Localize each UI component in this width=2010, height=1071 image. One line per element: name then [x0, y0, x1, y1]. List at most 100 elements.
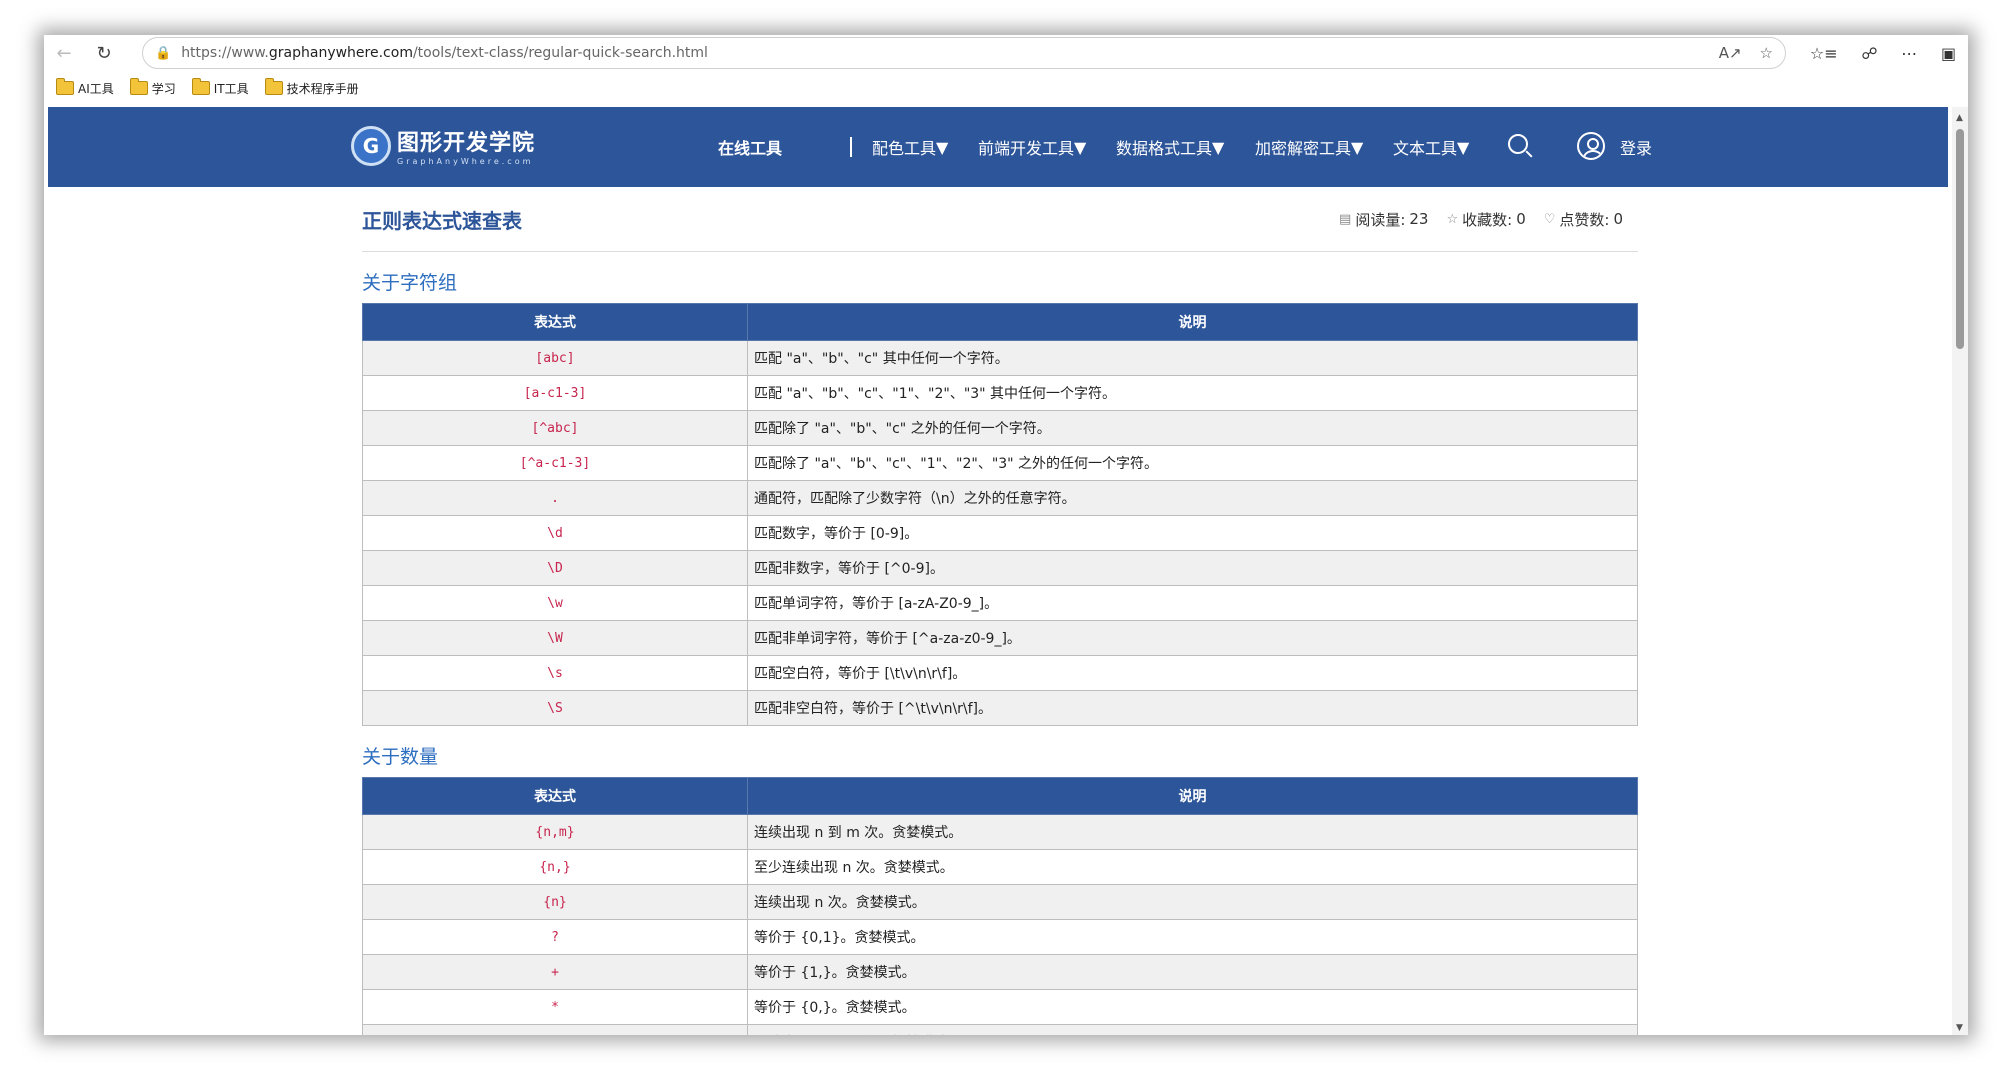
table-row: \W 匹配非单词字符，等价于 [^a-za-z0-9_]。	[362, 620, 1638, 656]
nav-text-tools[interactable]: 文本工具 ▼	[1393, 107, 1469, 187]
expr-cell: [^a-c1-3]	[362, 445, 748, 481]
table-row: [abc] 匹配 "a"、"b"、"c" 其中任何一个字符。	[362, 340, 1638, 376]
expr-cell: \s	[362, 655, 748, 691]
char-class-table-body: [abc] 匹配 "a"、"b"、"c" 其中任何一个字符。 [a-c1-3] 匹配 …	[362, 340, 1638, 726]
search-icon[interactable]	[1508, 134, 1528, 154]
nav-color-tools[interactable]: 配色工具 ▼	[872, 107, 948, 187]
table-row: \s 匹配空白符，等价于 [\t\v\n\r\f]。	[362, 655, 1638, 691]
site-logo[interactable]: G 图形开发学院 GraphAnyWhere.com	[351, 125, 535, 166]
favorite-star-icon[interactable]: ☆	[1760, 44, 1773, 62]
caret-down-icon: ▼	[1351, 137, 1364, 157]
desc-cell: 连续出现 n 到 m 次。惰性模式。	[747, 1024, 1638, 1035]
folder-icon	[191, 78, 210, 95]
desc-cell: 匹配空白符，等价于 [\t\v\n\r\f]。	[747, 655, 1638, 691]
table-row: {n} 连续出现 n 次。贪婪模式。	[362, 884, 1638, 920]
address-bar-row: ← ↻ 🔒 https://www.graphanywhere.com/tool…	[44, 35, 1968, 71]
table-row: {n,m} 连续出现 n 到 m 次。贪婪模式。	[362, 814, 1638, 850]
desc-cell: 等价于 {0,}。贪婪模式。	[747, 989, 1638, 1025]
expr-cell: +	[362, 954, 748, 990]
expr-cell: ?	[362, 919, 748, 955]
nav-data-format-tools[interactable]: 数据格式工具 ▼	[1116, 107, 1224, 187]
caret-down-icon: ▼	[1074, 137, 1087, 157]
col-header-desc: 说明	[747, 777, 1638, 815]
char-class-table: 表达式 说明 [abc] 匹配 "a"、"b"、"c" 其中任何一个字符。 [a-c…	[362, 303, 1638, 726]
table-row: \D 匹配非数字，等价于 [^0-9]。	[362, 550, 1638, 586]
expr-cell: [a-c1-3]	[362, 375, 748, 411]
col-header-desc: 说明	[747, 303, 1638, 341]
page-scrollbar[interactable]: ▲ ▼	[1952, 107, 1968, 1035]
login-link[interactable]: 登录	[1620, 107, 1652, 187]
section-title-quantifier: 关于数量	[362, 746, 439, 768]
scroll-down-icon[interactable]: ▼	[1956, 1023, 1963, 1033]
table-row: {n,m}?连续出现 n 到 m 次。惰性模式。	[362, 1024, 1638, 1035]
folder-icon	[56, 78, 74, 95]
back-arrow-icon[interactable]: ←	[44, 35, 84, 71]
desc-cell: 匹配非数字，等价于 [^0-9]。	[747, 550, 1638, 586]
expr-cell: [^abc]	[362, 410, 748, 446]
browser-toolbar: ☆≡ ☍ ⋯ ▣	[1798, 44, 1968, 63]
expr-cell: \D	[362, 550, 748, 586]
desc-cell: 等价于 {0,1}。贪婪模式。	[747, 919, 1638, 955]
scroll-up-icon[interactable]: ▲	[1956, 113, 1963, 123]
bookmark-it-tools[interactable]: IT工具	[191, 78, 249, 97]
site-header: G 图形开发学院 GraphAnyWhere.com 在线工具 配色工具 ▼ 前端…	[48, 107, 1948, 187]
heart-icon: ♡	[1543, 211, 1556, 227]
table-row: + 等价于 {1,}。贪婪模式。	[362, 954, 1638, 990]
desc-cell: 匹配 "a"、"b"、"c" 其中任何一个字符。	[747, 340, 1638, 376]
nav-separator	[850, 137, 852, 157]
expr-cell: \S	[362, 690, 748, 726]
refresh-icon[interactable]: ↻	[84, 35, 124, 71]
url-field[interactable]: 🔒 https://www.graphanywhere.com/tools/te…	[142, 37, 1786, 69]
page-stats: ▤ 阅读量: 23 ☆ 收藏数: 0 ♡ 点赞数: 0	[1321, 209, 1623, 230]
expr-cell: {n,m}	[362, 814, 748, 850]
favorites-stat[interactable]: ☆ 收藏数: 0	[1446, 209, 1525, 230]
col-header-expr: 表达式	[362, 777, 748, 815]
desc-cell: 至少连续出现 n 次。贪婪模式。	[747, 849, 1638, 885]
expr-cell: .	[362, 480, 748, 516]
table-row: \d 匹配数字，等价于 [0-9]。	[362, 515, 1638, 551]
logo-g-icon: G	[351, 125, 391, 166]
title-row: 正则表达式速查表 ▤ 阅读量: 23 ☆ 收藏数: 0 ♡ 点赞数: 0	[362, 187, 1638, 252]
scroll-thumb[interactable]	[1956, 129, 1964, 349]
expr-cell: \w	[362, 585, 748, 621]
desc-cell: 连续出现 n 到 m 次。贪婪模式。	[747, 814, 1638, 850]
likes-stat[interactable]: ♡ 点赞数: 0	[1544, 209, 1623, 230]
col-header-expr: 表达式	[362, 303, 748, 341]
caret-down-icon: ▼	[936, 137, 949, 157]
table-row: . 通配符，匹配除了少数字符（\n）之外的任意字符。	[362, 480, 1638, 516]
read-aloud-icon[interactable]: A↗	[1719, 44, 1742, 62]
views-stat: ▤ 阅读量: 23	[1339, 210, 1429, 229]
bookmark-study[interactable]: 学习	[129, 78, 176, 97]
desc-cell: 匹配非单词字符，等价于 [^a-za-z0-9_]。	[747, 620, 1638, 656]
logo-title: 图形开发学院	[397, 131, 536, 156]
table-row: {n,} 至少连续出现 n 次。贪婪模式。	[362, 849, 1638, 885]
nav-frontend-tools[interactable]: 前端开发工具 ▼	[978, 107, 1086, 187]
sidebar-toggle-icon[interactable]: ▣	[1941, 44, 1956, 63]
expr-cell: [abc]	[362, 340, 748, 376]
desc-cell: 匹配除了 "a"、"b"、"c" 之外的任何一个字符。	[747, 410, 1638, 446]
more-menu-icon[interactable]: ⋯	[1901, 44, 1917, 63]
page-title: 正则表达式速查表	[362, 208, 522, 233]
favorites-list-icon[interactable]: ☆≡	[1810, 44, 1838, 63]
main-content: 正则表达式速查表 ▤ 阅读量: 23 ☆ 收藏数: 0 ♡ 点赞数: 0 关于字符组 表达式…	[362, 187, 1638, 1035]
desc-cell: 匹配非空白符，等价于 [^\t\v\n\r\f]。	[747, 690, 1638, 726]
bookmark-ai-tools[interactable]: AI工具	[56, 78, 114, 97]
nav-crypto-tools[interactable]: 加密解密工具 ▼	[1255, 107, 1363, 187]
expr-cell: \d	[362, 515, 748, 551]
nav-online-tools[interactable]: 在线工具	[718, 107, 782, 187]
lock-icon: 🔒	[155, 45, 172, 61]
desc-cell: 匹配单词字符，等价于 [a-zA-Z0-9_]。	[747, 585, 1638, 621]
table-row: [^a-c1-3] 匹配除了 "a"、"b"、"c"、"1"、"2"、"3" 之外…	[362, 445, 1638, 481]
section-title-char-class: 关于字符组	[362, 272, 458, 294]
bookmark-tech-manual[interactable]: 技术程序手册	[264, 78, 359, 97]
table-row: * 等价于 {0,}。贪婪模式。	[362, 989, 1638, 1025]
views-icon: ▤	[1339, 211, 1352, 227]
browser-window: ← ↻ 🔒 https://www.graphanywhere.com/tool…	[44, 35, 1968, 1035]
extension-icon[interactable]: ☍	[1861, 44, 1877, 63]
quantifier-table-body: {n,m} 连续出现 n 到 m 次。贪婪模式。 {n,} 至少连续出现 n 次。贪婪…	[362, 814, 1638, 1035]
user-icon[interactable]	[1577, 132, 1605, 160]
caret-down-icon: ▼	[1212, 137, 1225, 157]
table-row: ? 等价于 {0,1}。贪婪模式。	[362, 919, 1638, 955]
expr-cell: {n,}	[362, 849, 748, 885]
table-row: \S 匹配非空白符，等价于 [^\t\v\n\r\f]。	[362, 690, 1638, 726]
